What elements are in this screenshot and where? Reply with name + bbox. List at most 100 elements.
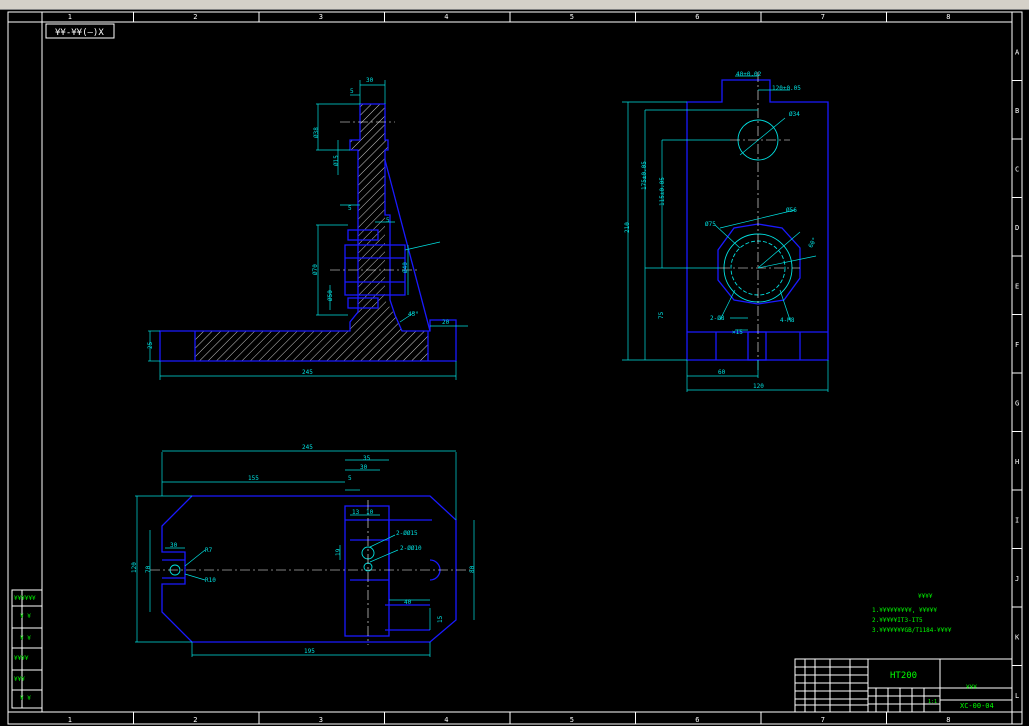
col-label-bottom-2: 2: [193, 716, 197, 724]
side-dim-total-h: 210: [624, 222, 631, 233]
top-dim-15: 15: [437, 615, 444, 623]
left-strip-label-5: ¥ ¥: [20, 695, 31, 702]
notes-line-3: 3.¥¥¥¥¥¥¥GB/T1184-¥¥¥¥: [872, 627, 952, 634]
front-dim-d50: Ø50: [327, 290, 334, 301]
row-label-D: D: [1015, 224, 1019, 232]
front-section-hatch: [195, 104, 428, 361]
top-dim-r10: R10: [205, 577, 216, 584]
side-dim-pins: 2-Ø8: [710, 315, 725, 322]
row-label-E: E: [1015, 282, 1019, 290]
side-dim-bolt-circle: Ø75: [705, 221, 716, 228]
side-dim-total-w: 120: [753, 383, 764, 390]
side-view: 40±0.02 120±0.05 Ø34 175±0.05 115±0.05 2…: [622, 71, 829, 392]
notes-title: ¥¥¥¥: [918, 593, 933, 600]
title-material: HT200: [890, 671, 917, 681]
col-label-bottom-4: 4: [444, 716, 448, 724]
row-label-F: F: [1015, 341, 1019, 349]
side-dim-top-offset: 120±0.05: [772, 85, 801, 92]
left-strip-label-4: ¥¥¥: [14, 676, 25, 683]
row-label-A: A: [1015, 48, 1020, 56]
col-label-top-7: 7: [821, 13, 825, 21]
top-dim-35: 35: [363, 455, 371, 462]
col-label-bottom-5: 5: [570, 716, 574, 724]
top-dim-195: 195: [304, 648, 315, 655]
col-label-top-5: 5: [570, 13, 574, 21]
front-dim-5: 5: [350, 88, 354, 95]
front-dim-245: 245: [302, 369, 313, 376]
column-labels-bottom: 1 2 3 4 5 6 7 8: [68, 712, 950, 724]
row-label-I: I: [1015, 516, 1019, 524]
top-dim-245: 245: [302, 444, 313, 451]
technical-notes: ¥¥¥¥ 1.¥¥¥¥¥¥¥¥¥, ¥¥¥¥¥ 2.¥¥¥¥¥IT3-IT5 3…: [872, 593, 952, 634]
left-strip-label-2: ¥ ¥: [20, 635, 31, 642]
row-label-C: C: [1015, 165, 1019, 173]
front-dim-5c: 5: [386, 217, 390, 224]
col-label-bottom-6: 6: [695, 716, 699, 724]
title-scale: 1:1: [928, 699, 937, 705]
notes-line-1: 1.¥¥¥¥¥¥¥¥¥, ¥¥¥¥¥: [872, 607, 937, 614]
col-label-top-2: 2: [193, 13, 197, 21]
col-label-top-8: 8: [946, 13, 950, 21]
col-label-top-3: 3: [319, 13, 323, 21]
front-dim-d38: Ø38: [313, 127, 320, 138]
drawing-sheet: 1 2 3 4 5 6 7 8 1 2 3 4 5 6 7 8 A B C D E F G H I J K L ¥¥-¥¥(—)X…: [7, 11, 1023, 725]
col-label-bottom-8: 8: [946, 716, 950, 724]
top-dim-70: 70: [145, 565, 152, 573]
top-dim-40: 40: [404, 599, 412, 606]
left-strip-label-0: ¥¥¥¥¥¥: [14, 595, 36, 602]
col-label-top-4: 4: [444, 13, 448, 21]
row-label-K: K: [1015, 633, 1020, 641]
col-label-bottom-1: 1: [68, 716, 72, 724]
top-dim-5: 5: [348, 475, 352, 482]
left-strip-label-1: ¥ ¥: [20, 613, 31, 620]
row-label-L: L: [1015, 692, 1019, 700]
col-label-bottom-7: 7: [821, 716, 825, 724]
row-label-G: G: [1015, 399, 1019, 407]
front-dim-45: 45°: [408, 311, 419, 318]
title-drawing-no: XC-00-04: [960, 702, 994, 710]
top-dim-holes-a: 2-ØØ15: [396, 530, 418, 537]
front-dim-d40: Ø40: [402, 262, 409, 273]
col-label-top-6: 6: [695, 13, 699, 21]
title-block: HT200 ¥¥¥ XC-00-04 1:1: [794, 658, 1013, 713]
col-label-bottom-3: 3: [319, 716, 323, 724]
front-dim-5b: 5: [348, 205, 352, 212]
front-dim-d70: Ø70: [312, 264, 319, 275]
front-dim-20: 20: [442, 319, 450, 326]
top-dim-155: 155: [248, 475, 259, 482]
top-dim-120: 120: [131, 562, 138, 573]
front-view: 30 5 Ø38 Ø15 5 5 Ø40 Ø70 Ø50 25 245 20 4…: [147, 77, 468, 380]
title-part-name: ¥¥¥: [966, 684, 977, 691]
top-dim-holes-b: 2-ØØ10: [400, 545, 422, 552]
row-label-H: H: [1015, 458, 1019, 466]
front-dim-30: 30: [366, 77, 374, 84]
top-dim-19: 19: [335, 548, 342, 556]
row-label-J: J: [1015, 575, 1019, 583]
left-strip-label-3: ¥¥¥¥: [14, 655, 29, 662]
column-labels-top: 1 2 3 4 5 6 7 8: [68, 12, 950, 22]
col-label-top-1: 1: [68, 13, 72, 21]
side-dim-hole: Ø34: [789, 111, 800, 118]
side-dim-angle: 60°: [807, 236, 818, 249]
cad-canvas[interactable]: 1 2 3 4 5 6 7 8 1 2 3 4 5 6 7 8 A B C D E F G H I J K L ¥¥-¥¥(—)X…: [0, 0, 1029, 726]
side-dim-h2: 115±0.05: [659, 177, 666, 206]
side-dim-half-w: 60: [718, 369, 726, 376]
row-label-B: B: [1015, 107, 1019, 115]
view-label: ¥¥-¥¥(—)X: [55, 28, 104, 38]
left-strip: ¥¥¥¥¥¥ ¥ ¥ ¥ ¥ ¥¥¥¥ ¥¥¥ ¥ ¥: [11, 589, 43, 709]
top-dim-10: 10: [366, 509, 374, 516]
top-dim-r7: R7: [205, 547, 213, 554]
notes-line-2: 2.¥¥¥¥¥IT3-IT5: [872, 617, 923, 624]
top-view: 245 35 30 155 5 13 10 2-ØØ15 2-ØØ10 19 3…: [131, 444, 476, 657]
front-dim-25: 25: [147, 341, 154, 349]
top-dim-30: 30: [360, 464, 368, 471]
side-dim-thread: 4-M8: [780, 317, 795, 324]
view-label-box: ¥¥-¥¥(—)X: [45, 23, 115, 39]
top-dim-30b: 30: [170, 542, 178, 549]
front-dim-d15: Ø15: [333, 155, 340, 166]
top-dim-13: 13: [352, 509, 360, 516]
side-dim-top-center: 40±0.02: [736, 71, 762, 78]
side-dim-bore: Ø56: [786, 207, 797, 214]
side-dim-slot: ×15: [732, 329, 743, 336]
row-labels-right: A B C D E F G H I J K L: [1012, 48, 1022, 700]
